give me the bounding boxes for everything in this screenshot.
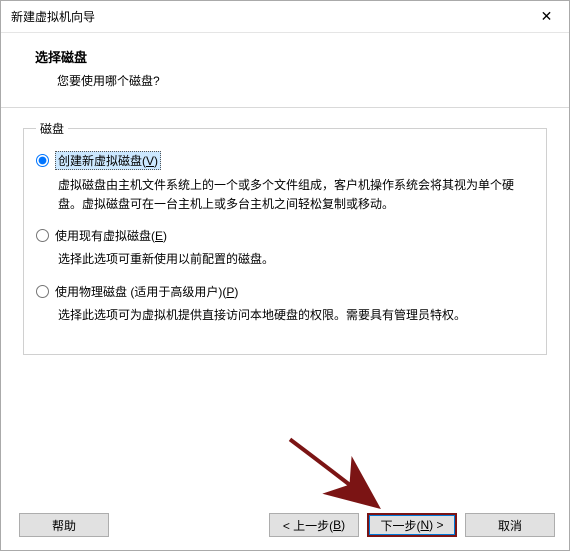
option-physical-desc: 选择此选项可为虚拟机提供直接访问本地硬盘的权限。需要具有管理员特权。: [58, 306, 534, 325]
option-existing-row[interactable]: 使用现有虚拟磁盘(E): [36, 227, 534, 244]
content: 磁盘 创建新虚拟磁盘(V) 虚拟磁盘由主机文件系统上的一个或多个文件组成，客户机…: [1, 110, 569, 500]
option-create-desc: 虚拟磁盘由主机文件系统上的一个或多个文件组成，客户机操作系统会将其视为单个硬盘。…: [58, 176, 534, 213]
option-create-label: 创建新虚拟磁盘(V): [55, 151, 161, 170]
option-create-new-disk: 创建新虚拟磁盘(V) 虚拟磁盘由主机文件系统上的一个或多个文件组成，客户机操作系…: [36, 151, 534, 213]
option-physical-label: 使用物理磁盘 (适用于高级用户)(P): [55, 283, 238, 300]
window-title: 新建虚拟机向导: [11, 8, 95, 25]
footer: 帮助 < 上一步(B) 下一步(N) > 取消: [1, 500, 569, 550]
divider: [1, 107, 569, 108]
back-button[interactable]: < 上一步(B): [269, 513, 359, 537]
next-button[interactable]: 下一步(N) >: [367, 513, 457, 537]
page-subtitle: 您要使用哪个磁盘?: [35, 72, 535, 89]
page-title: 选择磁盘: [35, 47, 535, 66]
radio-create-new-disk[interactable]: [36, 154, 49, 167]
radio-physical-disk[interactable]: [36, 285, 49, 298]
fieldset-legend: 磁盘: [36, 120, 68, 137]
wizard-window: 新建虚拟机向导 ✕ 选择磁盘 您要使用哪个磁盘? 磁盘 创建新虚拟磁盘(V) 虚…: [0, 0, 570, 551]
option-existing-desc: 选择此选项可重新使用以前配置的磁盘。: [58, 250, 534, 269]
option-existing-label: 使用现有虚拟磁盘(E): [55, 227, 167, 244]
option-existing-disk: 使用现有虚拟磁盘(E) 选择此选项可重新使用以前配置的磁盘。: [36, 227, 534, 269]
header: 选择磁盘 您要使用哪个磁盘?: [1, 33, 569, 99]
titlebar: 新建虚拟机向导 ✕: [1, 1, 569, 33]
close-button[interactable]: ✕: [524, 1, 569, 32]
option-physical-disk: 使用物理磁盘 (适用于高级用户)(P) 选择此选项可为虚拟机提供直接访问本地硬盘…: [36, 283, 534, 325]
radio-existing-disk[interactable]: [36, 229, 49, 242]
help-button[interactable]: 帮助: [19, 513, 109, 537]
option-create-row[interactable]: 创建新虚拟磁盘(V): [36, 151, 534, 170]
disk-fieldset: 磁盘 创建新虚拟磁盘(V) 虚拟磁盘由主机文件系统上的一个或多个文件组成，客户机…: [23, 120, 547, 355]
close-icon: ✕: [541, 8, 553, 25]
cancel-button[interactable]: 取消: [465, 513, 555, 537]
option-physical-row[interactable]: 使用物理磁盘 (适用于高级用户)(P): [36, 283, 534, 300]
